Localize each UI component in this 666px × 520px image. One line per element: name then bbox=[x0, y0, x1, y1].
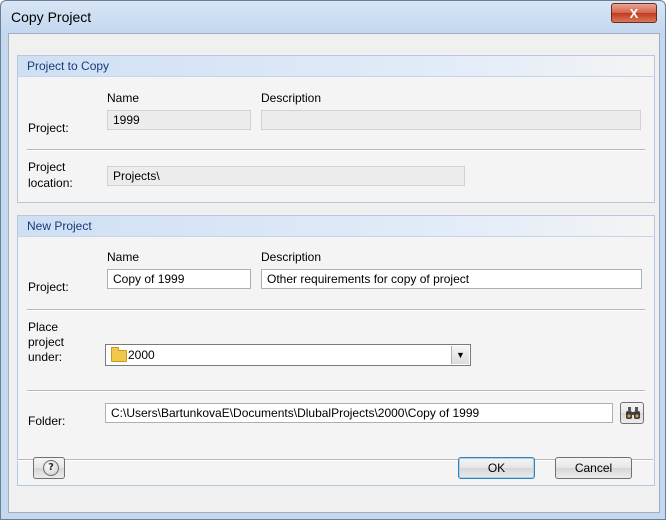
copy-project-dialog: Copy Project X Project to Copy Name Desc… bbox=[0, 0, 666, 520]
folder-path-input[interactable]: C:\Users\BartunkovaE\Documents\DlubalPro… bbox=[105, 403, 613, 423]
new-project-description-input[interactable]: Other requirements for copy of project bbox=[261, 269, 642, 289]
new-project-panel: New Project Name Description Project: Co… bbox=[17, 215, 655, 486]
place-under-selected-value: 2000 bbox=[128, 348, 155, 362]
separator bbox=[27, 390, 645, 392]
panel-header-new-project: New Project bbox=[18, 216, 654, 237]
place-under-label-line1: Place bbox=[28, 320, 59, 334]
folder-icon bbox=[111, 347, 127, 362]
panel-header-project-to-copy: Project to Copy bbox=[18, 56, 654, 77]
source-project-description-field bbox=[261, 110, 641, 130]
place-under-dropdown[interactable]: 2000 ▼ bbox=[105, 344, 471, 366]
name-column-label: Name bbox=[107, 91, 140, 105]
binoculars-icon bbox=[626, 407, 640, 419]
ok-button[interactable]: OK bbox=[458, 457, 535, 479]
window-title: Copy Project bbox=[11, 9, 92, 25]
close-icon: X bbox=[629, 5, 639, 21]
close-button[interactable]: X bbox=[611, 3, 657, 23]
new-project-name-input[interactable]: Copy of 1999 bbox=[107, 269, 251, 289]
source-project-name-field: 1999 bbox=[107, 110, 251, 130]
separator bbox=[27, 149, 645, 151]
place-under-label-line3: under: bbox=[28, 350, 63, 364]
cancel-button[interactable]: Cancel bbox=[555, 457, 632, 479]
help-icon: ? bbox=[43, 460, 59, 476]
project-label: Project: bbox=[28, 280, 69, 294]
description-column-label: Description bbox=[261, 250, 322, 264]
description-column-label: Description bbox=[261, 91, 322, 105]
place-under-label-line2: project bbox=[28, 335, 65, 349]
separator bbox=[27, 309, 645, 311]
chevron-down-icon[interactable]: ▼ bbox=[451, 346, 469, 364]
project-to-copy-panel: Project to Copy Name Description Project… bbox=[17, 55, 655, 203]
project-location-field: Projects\ bbox=[107, 166, 465, 186]
project-location-label-line2: location: bbox=[28, 176, 73, 190]
project-location-label-line1: Project bbox=[28, 160, 66, 174]
name-column-label: Name bbox=[107, 250, 140, 264]
dialog-client-area: Project to Copy Name Description Project… bbox=[8, 33, 660, 513]
folder-label: Folder: bbox=[28, 414, 66, 428]
project-label: Project: bbox=[28, 121, 69, 135]
title-bar: Copy Project X bbox=[1, 1, 665, 33]
browse-folder-button[interactable] bbox=[620, 402, 644, 424]
help-button[interactable]: ? bbox=[33, 457, 65, 479]
